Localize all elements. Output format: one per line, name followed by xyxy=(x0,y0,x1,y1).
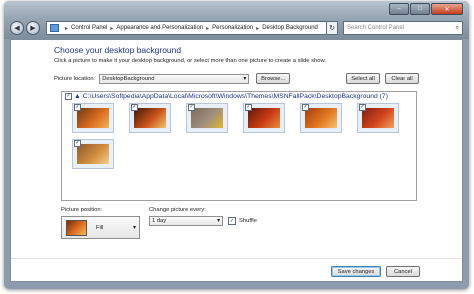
maximize-button[interactable]: □ xyxy=(410,3,430,15)
breadcrumb-personalization[interactable]: Personalization xyxy=(212,25,253,31)
thumbnail-image xyxy=(305,108,337,128)
chevron-down-icon: ▾ xyxy=(243,75,247,82)
shuffle-checkbox-row[interactable]: ✓ Shuffle xyxy=(228,217,257,225)
thumbnail-image xyxy=(77,108,109,128)
title-bar: – □ ✕ ◀ ▶ ▸ Control Panel ▸ Appearance a… xyxy=(4,1,469,39)
back-button[interactable]: ◀ xyxy=(10,21,24,35)
thumbnail-image xyxy=(77,144,109,164)
position-preview-image xyxy=(66,219,87,236)
navigation-bar: ◀ ▶ ▸ Control Panel ▸ Appearance and Per… xyxy=(10,21,463,35)
close-button[interactable]: ✕ xyxy=(431,3,463,15)
minimize-button[interactable]: – xyxy=(389,3,409,15)
picture-position-label: Picture position: xyxy=(61,207,103,213)
breadcrumb-separator: ▸ xyxy=(65,25,69,32)
thumbnail-checkbox[interactable]: ✓ xyxy=(74,104,81,111)
collapse-arrow-icon[interactable]: ▲ xyxy=(74,93,81,100)
thumbnail-checkbox[interactable]: ✓ xyxy=(359,104,366,111)
shuffle-label: Shuffle xyxy=(239,218,257,224)
breadcrumb-desktop-background[interactable]: Desktop Background xyxy=(262,25,318,31)
refresh-button[interactable]: ↻ xyxy=(327,21,338,35)
save-changes-button[interactable]: Save changes xyxy=(331,266,381,277)
thumbnail[interactable]: ✓ xyxy=(243,103,285,133)
thumbnail-image xyxy=(191,108,223,128)
thumbnail-checkbox[interactable]: ✓ xyxy=(188,104,195,111)
thumbnail-checkbox[interactable]: ✓ xyxy=(245,104,252,111)
cancel-button[interactable]: Cancel xyxy=(386,266,420,277)
picture-location-label: Picture location: xyxy=(54,75,96,82)
thumbnail-checkbox[interactable]: ✓ xyxy=(131,104,138,111)
forward-button[interactable]: ▶ xyxy=(26,21,40,35)
footer-divider xyxy=(11,258,462,259)
shuffle-checkbox[interactable]: ✓ xyxy=(228,217,236,225)
thumbnail[interactable]: ✓ xyxy=(129,103,171,133)
change-picture-dropdown[interactable]: 1 day ▾ xyxy=(149,216,223,226)
thumbnail[interactable]: ✓ xyxy=(186,103,228,133)
thumbnail[interactable]: ✓ xyxy=(72,103,114,133)
picture-position-dropdown[interactable]: Fill ▾ xyxy=(61,216,140,239)
location-row: Picture location: DesktopBackground ▾ Br… xyxy=(54,73,291,84)
content-panel: Choose your desktop background Click a p… xyxy=(10,39,463,282)
picture-location-dropdown[interactable]: DesktopBackground ▾ xyxy=(99,73,250,84)
thumbnail[interactable]: ✓ xyxy=(357,103,399,133)
thumbnail-checkbox[interactable]: ✓ xyxy=(302,104,309,111)
picture-gallery[interactable]: ✓ ▲ C:\Users\Softpedia\AppData\Local\Mic… xyxy=(61,91,417,201)
thumbnail[interactable]: ✓ xyxy=(72,139,114,169)
checkbox-checked-icon[interactable]: ✓ xyxy=(65,93,72,100)
chevron-down-icon: ▾ xyxy=(217,218,220,224)
search-icon: ⌕ xyxy=(455,24,459,31)
browse-button[interactable]: Browse... xyxy=(256,73,291,84)
breadcrumb-appearance[interactable]: Appearance and Personalization xyxy=(116,25,203,31)
window-frame: – □ ✕ ◀ ▶ ▸ Control Panel ▸ Appearance a… xyxy=(4,1,469,289)
thumbnail-image xyxy=(362,108,394,128)
search-placeholder: Search Control Panel xyxy=(347,25,405,31)
page-title: Choose your desktop background xyxy=(54,45,182,55)
window-controls: – □ ✕ xyxy=(388,3,463,15)
clear-all-button[interactable]: Clear all xyxy=(385,73,419,84)
thumbnail-image xyxy=(134,108,166,128)
page-description: Click a picture to make it your desktop … xyxy=(54,58,326,64)
gallery-path: C:\Users\Softpedia\AppData\Local\Microso… xyxy=(82,93,388,100)
breadcrumb-control-panel[interactable]: Control Panel xyxy=(71,25,107,31)
picture-position-value: Fill xyxy=(96,224,104,231)
refresh-icon: ↻ xyxy=(329,25,335,32)
breadcrumb-separator: ▸ xyxy=(206,25,210,32)
chevron-down-icon: ▾ xyxy=(132,225,136,231)
thumbnail-image xyxy=(248,108,280,128)
search-input[interactable]: Search Control Panel ⌕ xyxy=(343,21,463,35)
thumbnail-checkbox[interactable]: ✓ xyxy=(74,140,81,147)
address-bar[interactable]: ▸ Control Panel ▸ Appearance and Persona… xyxy=(46,21,327,35)
folder-icon xyxy=(50,24,59,32)
change-picture-value: 1 day xyxy=(152,218,167,224)
breadcrumb-separator: ▸ xyxy=(110,25,114,32)
gallery-group-header[interactable]: ✓ ▲ C:\Users\Softpedia\AppData\Local\Mic… xyxy=(65,93,388,100)
picture-location-value: DesktopBackground xyxy=(102,75,155,82)
breadcrumb-separator: ▸ xyxy=(256,25,260,32)
select-all-button[interactable]: Select all xyxy=(346,73,380,84)
change-picture-label: Change picture every: xyxy=(149,207,206,213)
thumbnail[interactable]: ✓ xyxy=(300,103,342,133)
